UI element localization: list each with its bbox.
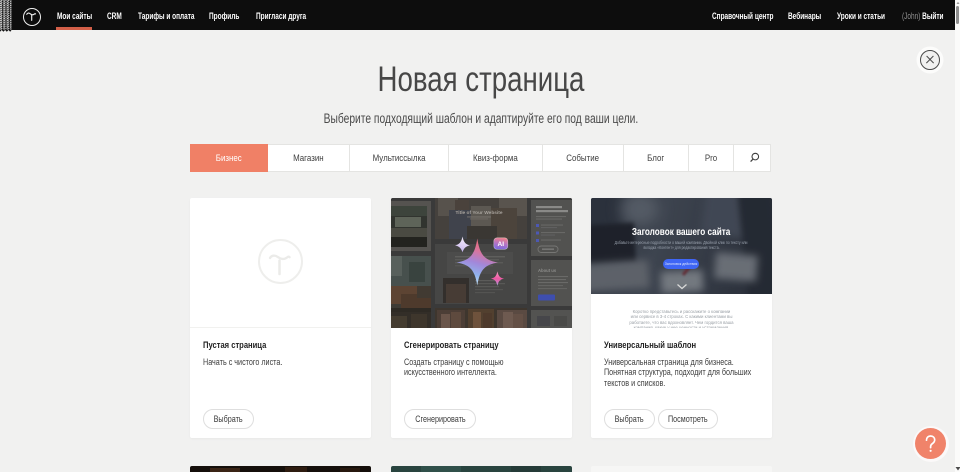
svg-text:Title of Your Website: Title of Your Website [455, 210, 502, 216]
svg-text:About us: About us [538, 268, 557, 273]
svg-text:AI: AI [498, 241, 505, 248]
